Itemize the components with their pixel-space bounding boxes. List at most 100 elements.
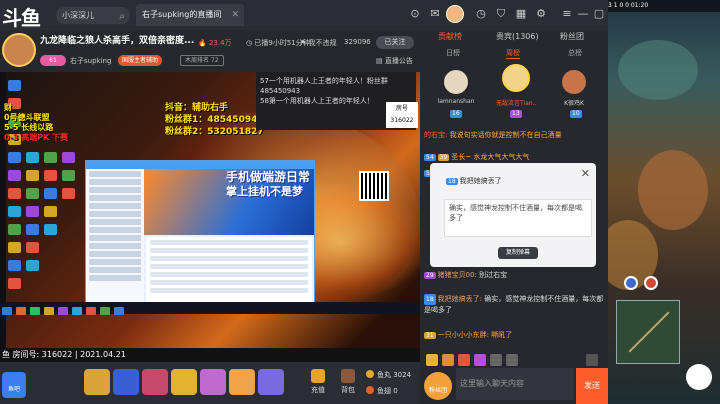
desktop-icon (44, 170, 57, 181)
rank-level: 10 (570, 110, 582, 118)
video-player[interactable]: 财 0号德斗联盟 5-5 长线以路 0-3 高端PK 下赛 抖音：辅助右手 粉丝… (0, 72, 420, 348)
chat-message[interactable]: 29 猪猪宝贝00: 别过右宝 (424, 270, 507, 280)
rank-tag[interactable]: 木周排名 72 (180, 55, 224, 66)
tab-vip[interactable]: 贵宾(1306) (496, 30, 539, 44)
room-info-bar: 九龙降临之狼人杀高手，双倍亲密度... 🔥 23.4万 ◷ 已播9小时51分钟 … (0, 30, 420, 72)
mail-icon[interactable]: ✉ (428, 7, 442, 21)
subtab-weekly[interactable]: 周榜 (506, 48, 520, 59)
room-number-bar: 鱼 房间号: 316022 | 2021.04.21 (0, 348, 420, 362)
subtab-total[interactable]: 总榜 (568, 48, 582, 58)
rank-avatar[interactable] (562, 70, 586, 94)
message-popup: ✕ 18 我把她搞丢了 确实，感觉神龙控制不住酒量，每次都是喝多了 复制弹幕 (430, 163, 596, 267)
follower-count: 329096 (344, 38, 371, 46)
gift-item[interactable] (200, 369, 226, 395)
fish-ball-balance: 鱼丸 3024 (366, 370, 411, 380)
settings-icon[interactable]: ⚙ (534, 7, 548, 21)
game-terrain (638, 150, 708, 230)
history-icon[interactable]: ◷ (474, 7, 488, 21)
minimap-lane (628, 311, 670, 353)
rank-level: 16 (450, 110, 462, 118)
room-title: 九龙降临之狼人杀高手，双倍亲密度... (40, 36, 195, 46)
streamer-name[interactable]: 右子supking (70, 56, 111, 66)
send-button[interactable]: 发送 (576, 368, 608, 404)
settings-icon[interactable] (586, 354, 598, 366)
desktop-icon (8, 224, 21, 235)
gift-bar: 鱼吧 充值 背包 鱼丸 3024 鱼翅 0 (0, 362, 420, 404)
promo-subtitle: 掌上挂机不是梦 (226, 185, 303, 198)
hot-count: 🔥 23.4万 (198, 39, 232, 47)
block-icon[interactable] (506, 354, 518, 366)
chat-message[interactable]: 31 一只小小小东胖: 嘶吼了 (424, 330, 512, 340)
streamer-avatar[interactable] (2, 33, 36, 67)
calendar-icon[interactable]: ▦ (514, 7, 528, 21)
desktop-icon (26, 242, 39, 253)
chat-message[interactable]: 54 39 圣长~ 水龙大气大气大气 (424, 152, 529, 162)
subtab-daily[interactable]: 日榜 (446, 48, 460, 58)
fish-bar-button[interactable]: 鱼吧 (2, 372, 26, 398)
desktop-icon (8, 260, 21, 271)
chat-input[interactable]: 这里输入聊天内容 (456, 368, 574, 400)
record-icon[interactable]: ⊙ (408, 7, 422, 21)
popup-message: 确实，感觉神龙控制不住酒量，每次都是喝多了 (444, 199, 592, 237)
desktop-icon (62, 170, 75, 181)
rank-name: lamnanshan (437, 98, 475, 105)
fan-club-button[interactable]: 粉丝团 (424, 372, 452, 400)
gift-item[interactable] (171, 369, 197, 395)
gift-item[interactable] (142, 369, 168, 395)
desktop-icon (26, 224, 39, 235)
game-score-bar: 3 1 0 0 01:20 (608, 0, 720, 12)
tab-contribution[interactable]: 贡献榜 (438, 30, 462, 44)
close-icon[interactable]: ✕ (231, 4, 239, 26)
report-link[interactable]: ⚑ 我不违规 (300, 38, 337, 48)
maximize-icon[interactable]: ▢ (592, 7, 606, 21)
search-icon[interactable]: ⌕ (119, 8, 125, 25)
desktop-icon (44, 224, 57, 235)
tab-title: 右子supking的直播间 (142, 10, 222, 19)
game-view: 3 1 0 0 01:20 (608, 0, 720, 404)
menu-icon[interactable]: ≡ (560, 7, 574, 21)
fish-wing-icon (366, 386, 374, 394)
backpack-icon (341, 369, 355, 383)
desktop-icon (62, 152, 75, 163)
close-icon[interactable]: ✕ (581, 167, 590, 180)
fish-ball-icon (366, 370, 374, 378)
sticker-icon[interactable] (442, 354, 454, 366)
gift-item[interactable] (229, 369, 255, 395)
gift-item[interactable] (113, 369, 139, 395)
chat-toolbar (420, 352, 608, 368)
announcement-link[interactable]: ▤ 直播公告 (376, 56, 413, 66)
rank-name: 无敌流言Tian... (496, 100, 536, 107)
rank-avatar[interactable] (502, 64, 530, 92)
gift-item[interactable] (258, 369, 284, 395)
rank-avatar[interactable] (444, 70, 468, 94)
gift-item[interactable] (84, 369, 110, 395)
promo-title: 手机做端游日常 (226, 170, 311, 184)
douyu-logo[interactable]: 斗鱼 (2, 2, 52, 30)
desktop-icon (8, 152, 21, 163)
user-avatar[interactable] (446, 5, 464, 23)
color-icon[interactable] (474, 354, 486, 366)
follow-button[interactable]: 已关注 (376, 36, 414, 49)
recharge-icon (311, 369, 325, 383)
tab-live-room[interactable]: 右子supking的直播间 ✕ (136, 4, 244, 26)
lock-icon[interactable] (490, 354, 502, 366)
shirt-icon[interactable]: ⛉ (494, 7, 508, 21)
chat-message[interactable]: 18 我把她搞丢了: 确实，感觉神龙控制不住酒量，每次都是喝多了 (424, 294, 604, 316)
chat-app-titlebar (86, 161, 314, 169)
minimize-icon[interactable]: — (576, 7, 590, 21)
copy-danmaku-button[interactable]: 复制弹幕 (498, 247, 538, 259)
chat-message[interactable]: 的右宝: 我说句实话你就是控制不在自己酒量 (424, 130, 562, 140)
tab-fan-club[interactable]: 粉丝团 (560, 30, 584, 44)
top-bar: 斗鱼 小深深儿 ⌕ 右子supking的直播间 ✕ ⊙ ✉ ◷ ⛉ ▦ ⚙ ≡ … (0, 0, 608, 30)
desktop-icon (8, 170, 21, 181)
rank-name: K很鸡K (564, 100, 584, 107)
gift-icon[interactable] (458, 354, 470, 366)
emoji-icon[interactable] (426, 354, 438, 366)
category-tag[interactable]: 国服主者辅助 (118, 55, 163, 66)
search-input[interactable]: 小深深儿 ⌕ (56, 7, 130, 24)
backpack-button[interactable]: 背包 (334, 369, 362, 399)
game-minimap (616, 300, 680, 364)
recharge-button[interactable]: 充值 (304, 369, 332, 399)
overlay-text: 0-3 高端PK 下赛 (4, 133, 69, 142)
desktop-icon (44, 206, 57, 217)
